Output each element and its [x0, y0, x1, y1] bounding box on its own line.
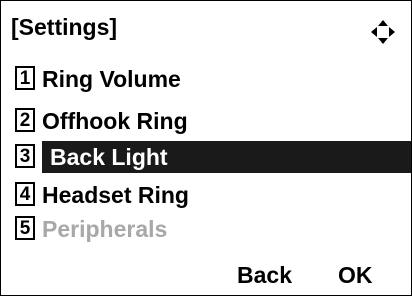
menu-item-peripherals: 5 Peripherals — [15, 213, 411, 245]
menu-item-label: Ring Volume — [42, 66, 181, 92]
menu-item-label: Offhook Ring — [42, 108, 188, 134]
menu-item-label: Peripherals — [42, 216, 168, 242]
menu-item-number: 5 — [15, 216, 35, 240]
menu-item-offhook-ring[interactable]: 2 Offhook Ring — [15, 105, 411, 137]
menu-item-label: Headset Ring — [42, 182, 189, 208]
menu-item-number: 2 — [15, 108, 35, 132]
menu-item-ring-volume[interactable]: 1 Ring Volume — [15, 63, 411, 95]
four-way-navigation-icon — [371, 20, 395, 44]
back-softkey[interactable]: Back — [237, 264, 292, 287]
menu-item-back-light[interactable]: 3 Back Light — [15, 141, 411, 173]
menu-item-label: Back Light — [50, 144, 168, 170]
menu-item-number: 3 — [15, 144, 35, 168]
page-title: [Settings] — [11, 14, 118, 40]
phone-display: [Settings] 1 Ring Volume 2 Offhook Ring … — [0, 0, 412, 296]
menu-item-headset-ring[interactable]: 4 Headset Ring — [15, 179, 411, 211]
ok-softkey[interactable]: OK — [338, 264, 373, 287]
menu-item-number: 1 — [15, 66, 35, 90]
menu-item-number: 4 — [15, 182, 35, 206]
